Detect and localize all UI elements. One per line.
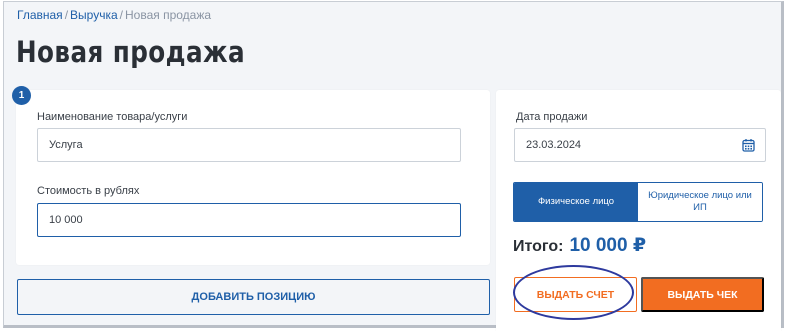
issue-receipt-button[interactable]: ВЫДАТЬ ЧЕК <box>641 277 764 312</box>
page-title: Новая продажа <box>16 35 246 69</box>
sale-date-label: Дата продажи <box>516 111 588 123</box>
breadcrumb-separator: / <box>64 8 69 22</box>
add-position-button[interactable]: ДОБАВИТЬ ПОЗИЦИЮ <box>17 279 490 315</box>
client-type-legal-entity[interactable]: Юридическое лицо или ИП <box>638 183 762 221</box>
breadcrumb-link-revenue[interactable]: Выручка <box>70 8 118 22</box>
item-name-label: Наименование товара/услуги <box>37 111 188 123</box>
breadcrumb-separator: / <box>119 8 123 22</box>
sale-date-input[interactable]: 23.03.2024 <box>514 128 766 162</box>
breadcrumb-link-home[interactable]: Главная <box>17 8 63 22</box>
sale-date-value: 23.03.2024 <box>526 139 582 151</box>
price-label: Стоимость в рублях <box>37 185 140 197</box>
calendar-icon[interactable] <box>742 138 755 152</box>
breadcrumb: Главная / Выручка / Новая продажа <box>17 8 211 22</box>
total-value: 10 000 ₽ <box>569 235 647 256</box>
client-type-toggle: Физическое лицо Юридическое лицо или ИП <box>513 182 763 222</box>
breadcrumb-current: Новая продажа <box>124 8 212 22</box>
item-name-input[interactable]: Услуга <box>37 128 461 162</box>
total-row: Итого: 10 000 ₽ <box>513 234 646 257</box>
price-input[interactable]: 10 000 <box>37 203 461 237</box>
step-number-badge: 1 <box>12 86 31 105</box>
issue-invoice-button[interactable]: ВЫДАТЬ СЧЕТ <box>514 277 637 312</box>
total-label: Итого: <box>513 238 564 255</box>
client-type-individual[interactable]: Физическое лицо <box>514 183 638 221</box>
